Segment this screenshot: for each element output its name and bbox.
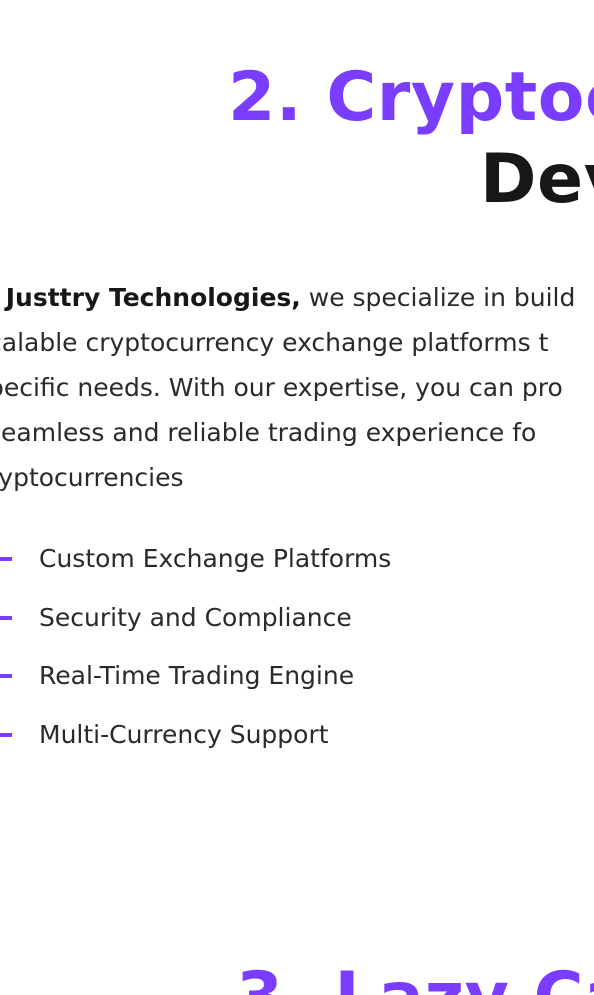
section-description: t Justtry Technologies, we specialize in… bbox=[0, 275, 594, 500]
list-item: Real-Time Trading Engine bbox=[0, 655, 391, 714]
dash-bullet-icon bbox=[0, 674, 12, 678]
description-line-3: pecific needs. With our expertise, you c… bbox=[0, 373, 563, 402]
feature-label: Security and Compliance bbox=[39, 602, 352, 632]
feature-label: Multi-Currency Support bbox=[39, 719, 329, 749]
description-line-5: ryptocurrencies bbox=[0, 463, 184, 492]
description-line-2: calable cryptocurrency exchange platform… bbox=[0, 328, 549, 357]
dash-bullet-icon bbox=[0, 732, 12, 737]
section-heading-title: 2. Cryptoc bbox=[228, 58, 594, 137]
dash-bullet-icon bbox=[0, 557, 12, 561]
list-item: Security and Compliance bbox=[0, 597, 391, 656]
description-line-1: t Justtry Technologies, we specialize in… bbox=[0, 275, 594, 320]
next-section-heading: 3. Lazy Ca bbox=[236, 958, 594, 995]
list-item: Custom Exchange Platforms bbox=[0, 538, 391, 597]
section-heading-subtitle: Dev bbox=[480, 140, 594, 219]
feature-label: Real-Time Trading Engine bbox=[39, 661, 355, 690]
description-line-4: seamless and reliable trading experience… bbox=[0, 418, 537, 447]
list-item: Multi-Currency Support bbox=[0, 714, 391, 773]
feature-list: Custom Exchange Platforms Security and C… bbox=[0, 538, 391, 772]
dash-bullet-icon bbox=[0, 615, 12, 620]
page: 2. Cryptoc Dev t Justtry Technologies, w… bbox=[0, 0, 594, 995]
company-name: Justtry Technologies, bbox=[5, 283, 301, 312]
feature-label: Custom Exchange Platforms bbox=[39, 544, 392, 573]
description-line-1-text: we specialize in build bbox=[300, 283, 576, 312]
